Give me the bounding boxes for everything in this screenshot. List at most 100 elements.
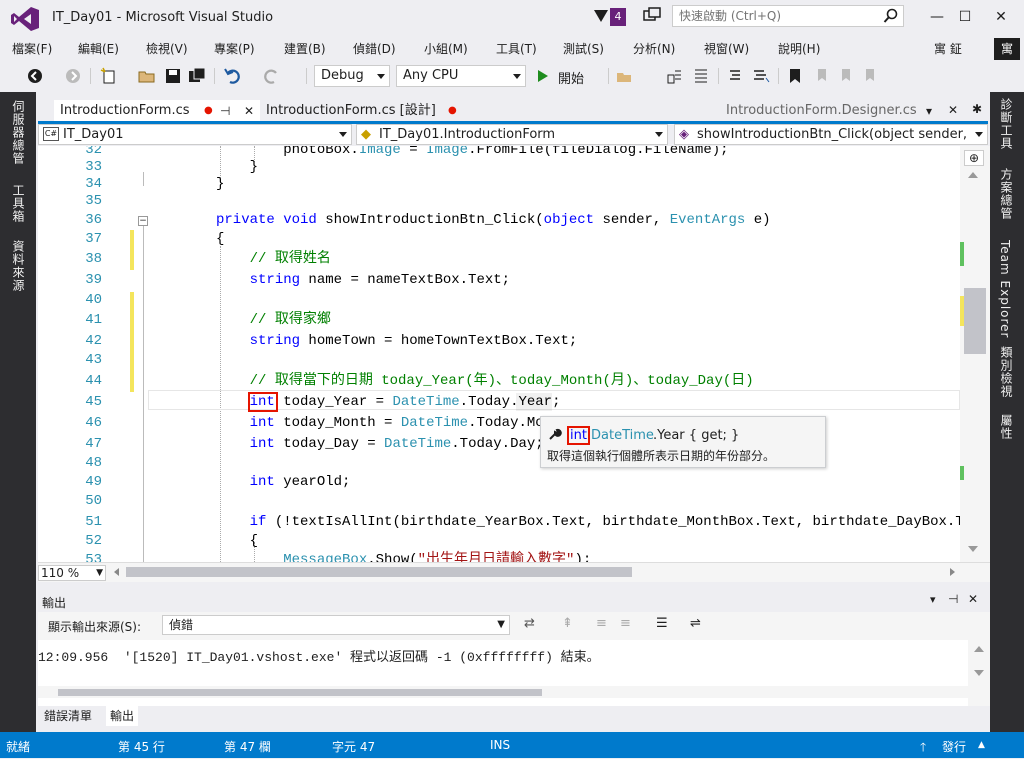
undo-icon[interactable] <box>224 67 242 85</box>
project-dropdown[interactable]: C# IT_Day01 <box>38 124 352 145</box>
toolbox-tab[interactable]: 工具箱 <box>10 184 27 223</box>
tab-introductionform-designer-cs[interactable]: IntroductionForm.Designer.cs <box>720 100 970 122</box>
code-line[interactable]: private void showIntroductionBtn_Click(o… <box>216 210 771 230</box>
solution-explorer-tab[interactable]: 方案總管 <box>998 168 1015 220</box>
scroll-down-arrow-icon[interactable] <box>974 670 984 676</box>
save-all-icon[interactable] <box>188 67 206 85</box>
code-line[interactable]: string name = nameTextBox.Text; <box>216 270 510 290</box>
menu-help[interactable]: 說明(H) <box>778 40 820 57</box>
menu-file[interactable]: 檔案(F) <box>12 40 52 57</box>
horizontal-scrollbar-thumb[interactable] <box>58 689 542 696</box>
menu-build[interactable]: 建置(B) <box>284 40 326 57</box>
previous-message-icon[interactable]: ⇞ <box>562 616 573 631</box>
close-tab-icon[interactable]: ✕ <box>948 103 958 117</box>
uncomment-lines-icon[interactable] <box>752 67 770 85</box>
member-dropdown[interactable]: ◈ showIntroductionBtn_Click(object sende… <box>674 124 988 145</box>
tab-introductionform-cs[interactable]: IntroductionForm.cs ● ⊣ ✕ <box>54 100 260 122</box>
notifications-button[interactable]: 4 <box>594 8 632 26</box>
save-icon[interactable] <box>164 67 182 85</box>
tab-list-chevron-icon[interactable]: ▾ <box>926 104 932 118</box>
code-editor[interactable]: − 32 33 34 35 36 37 38 39 40 41 42 43 44… <box>38 146 960 562</box>
code-line[interactable]: { <box>216 531 258 551</box>
scrollbar-thumb[interactable] <box>964 288 986 354</box>
team-explorer-tab[interactable]: Team Explorer <box>998 240 1012 339</box>
quick-launch-input[interactable] <box>673 6 873 26</box>
code-line[interactable]: } <box>216 174 224 194</box>
close-tab-icon[interactable]: ✕ <box>244 100 254 122</box>
clear-bookmarks-icon[interactable] <box>860 67 878 85</box>
back-icon[interactable] <box>26 67 44 85</box>
avatar[interactable]: 寓 <box>994 38 1020 60</box>
pin-tab-icon[interactable]: ⊣ <box>220 100 230 122</box>
output-horizontal-scrollbar[interactable] <box>38 686 968 698</box>
feedback-icon[interactable] <box>642 7 662 27</box>
maximize-button[interactable]: ☐ <box>950 6 980 28</box>
step-into-icon[interactable] <box>666 67 684 85</box>
zoom-level-select[interactable]: 110 % ▼ <box>38 565 106 581</box>
code-line[interactable]: if (!textIsAllInt(birthdate_YearBox.Text… <box>216 512 960 532</box>
scroll-down-arrow-icon[interactable] <box>968 546 978 552</box>
code-line[interactable]: string homeTown = homeTownTextBox.Text; <box>216 331 578 351</box>
find-message-icon[interactable]: ≡ <box>596 616 607 631</box>
menu-view[interactable]: 檢視(V) <box>146 40 188 57</box>
code-line[interactable]: // 取得家鄉 <box>216 310 331 330</box>
next-bookmark-icon[interactable] <box>836 67 854 85</box>
pin-panel-icon[interactable]: ⊣ <box>948 592 958 606</box>
collapse-region-icon[interactable]: − <box>138 216 148 226</box>
user-name[interactable]: 寓 鉦 <box>934 40 962 57</box>
code-line[interactable]: int today_Day = DateTime.Today.Day; <box>216 434 544 454</box>
status-publish[interactable]: 發行 <box>942 738 966 755</box>
close-window-button[interactable]: ✕ <box>986 6 1016 28</box>
scroll-right-arrow-icon[interactable] <box>950 568 955 576</box>
code-line[interactable]: int today_Month = DateTime.Today.Month; <box>216 413 578 433</box>
toggle-word-wrap-icon[interactable]: ⇌ <box>690 616 701 631</box>
settings-gear-icon[interactable]: ✱ <box>972 102 982 116</box>
start-debug-button[interactable]: 開始 <box>536 67 606 87</box>
open-file-icon[interactable] <box>138 67 156 85</box>
chevron-up-icon[interactable]: ▲ <box>978 740 985 750</box>
diagnostic-tools-tab[interactable]: 診斷工具 <box>998 98 1015 150</box>
output-vertical-scrollbar[interactable] <box>968 640 990 706</box>
class-dropdown[interactable]: ◆ IT_Day01.IntroductionForm <box>356 124 668 145</box>
editor-vertical-scrollbar[interactable]: ⊕ <box>960 146 990 562</box>
code-line[interactable]: MessageBox.Show("出生年月日請輸入數字"); <box>216 550 591 562</box>
horizontal-scrollbar-thumb[interactable] <box>126 567 632 577</box>
output-source-select[interactable]: 偵錯 ▼ <box>162 615 510 635</box>
panel-menu-chevron-icon[interactable]: ▾ <box>930 593 936 606</box>
minimize-button[interactable]: — <box>922 6 952 28</box>
step-over-icon[interactable] <box>692 67 710 85</box>
close-panel-icon[interactable]: ✕ <box>968 592 978 606</box>
find-in-files-icon[interactable] <box>616 67 634 85</box>
menu-analyze[interactable]: 分析(N) <box>633 40 675 57</box>
menu-test[interactable]: 測試(S) <box>563 40 604 57</box>
tab-output[interactable]: 輸出 <box>106 706 139 726</box>
quick-launch-box[interactable] <box>672 5 904 27</box>
menu-project[interactable]: 專案(P) <box>214 40 255 57</box>
code-line[interactable]: int yearOld; <box>216 472 351 492</box>
tab-error-list[interactable]: 錯誤清單 <box>40 706 96 726</box>
code-line[interactable]: // 取得當下的日期 today_Year(年)、today_Month(月)、… <box>216 371 754 391</box>
data-sources-tab[interactable]: 資料來源 <box>10 240 27 292</box>
clear-all-icon[interactable]: ☰ <box>656 616 668 631</box>
server-explorer-tab[interactable]: 伺服器總管 <box>10 100 27 165</box>
menu-window[interactable]: 視窗(W) <box>704 40 749 57</box>
forward-icon[interactable] <box>64 67 82 85</box>
previous-bookmark-icon[interactable] <box>812 67 830 85</box>
properties-tab[interactable]: 屬性 <box>998 414 1015 440</box>
bookmark-icon[interactable] <box>786 67 804 85</box>
code-line[interactable]: // 取得姓名 <box>216 249 331 269</box>
new-project-icon[interactable] <box>100 67 118 85</box>
menu-tools[interactable]: 工具(T) <box>496 40 537 57</box>
redo-icon[interactable] <box>262 67 280 85</box>
menu-team[interactable]: 小組(M) <box>424 40 468 57</box>
code-line[interactable]: photoBox.Image = Image.FromFile(fileDial… <box>216 146 728 160</box>
menu-debug[interactable]: 偵錯(D) <box>353 40 396 57</box>
scroll-left-arrow-icon[interactable] <box>114 568 119 576</box>
solution-config-select[interactable]: Debug <box>314 65 390 87</box>
menu-edit[interactable]: 編輯(E) <box>78 40 119 57</box>
next-message-icon[interactable]: ≡ <box>620 616 631 631</box>
tab-introductionform-designer-view[interactable]: IntroductionForm.cs [設計] ● <box>260 100 470 122</box>
split-editor-icon[interactable]: ⊕ <box>964 150 984 166</box>
platform-select[interactable]: Any CPU <box>396 65 526 87</box>
class-view-tab[interactable]: 類別檢視 <box>998 346 1015 398</box>
